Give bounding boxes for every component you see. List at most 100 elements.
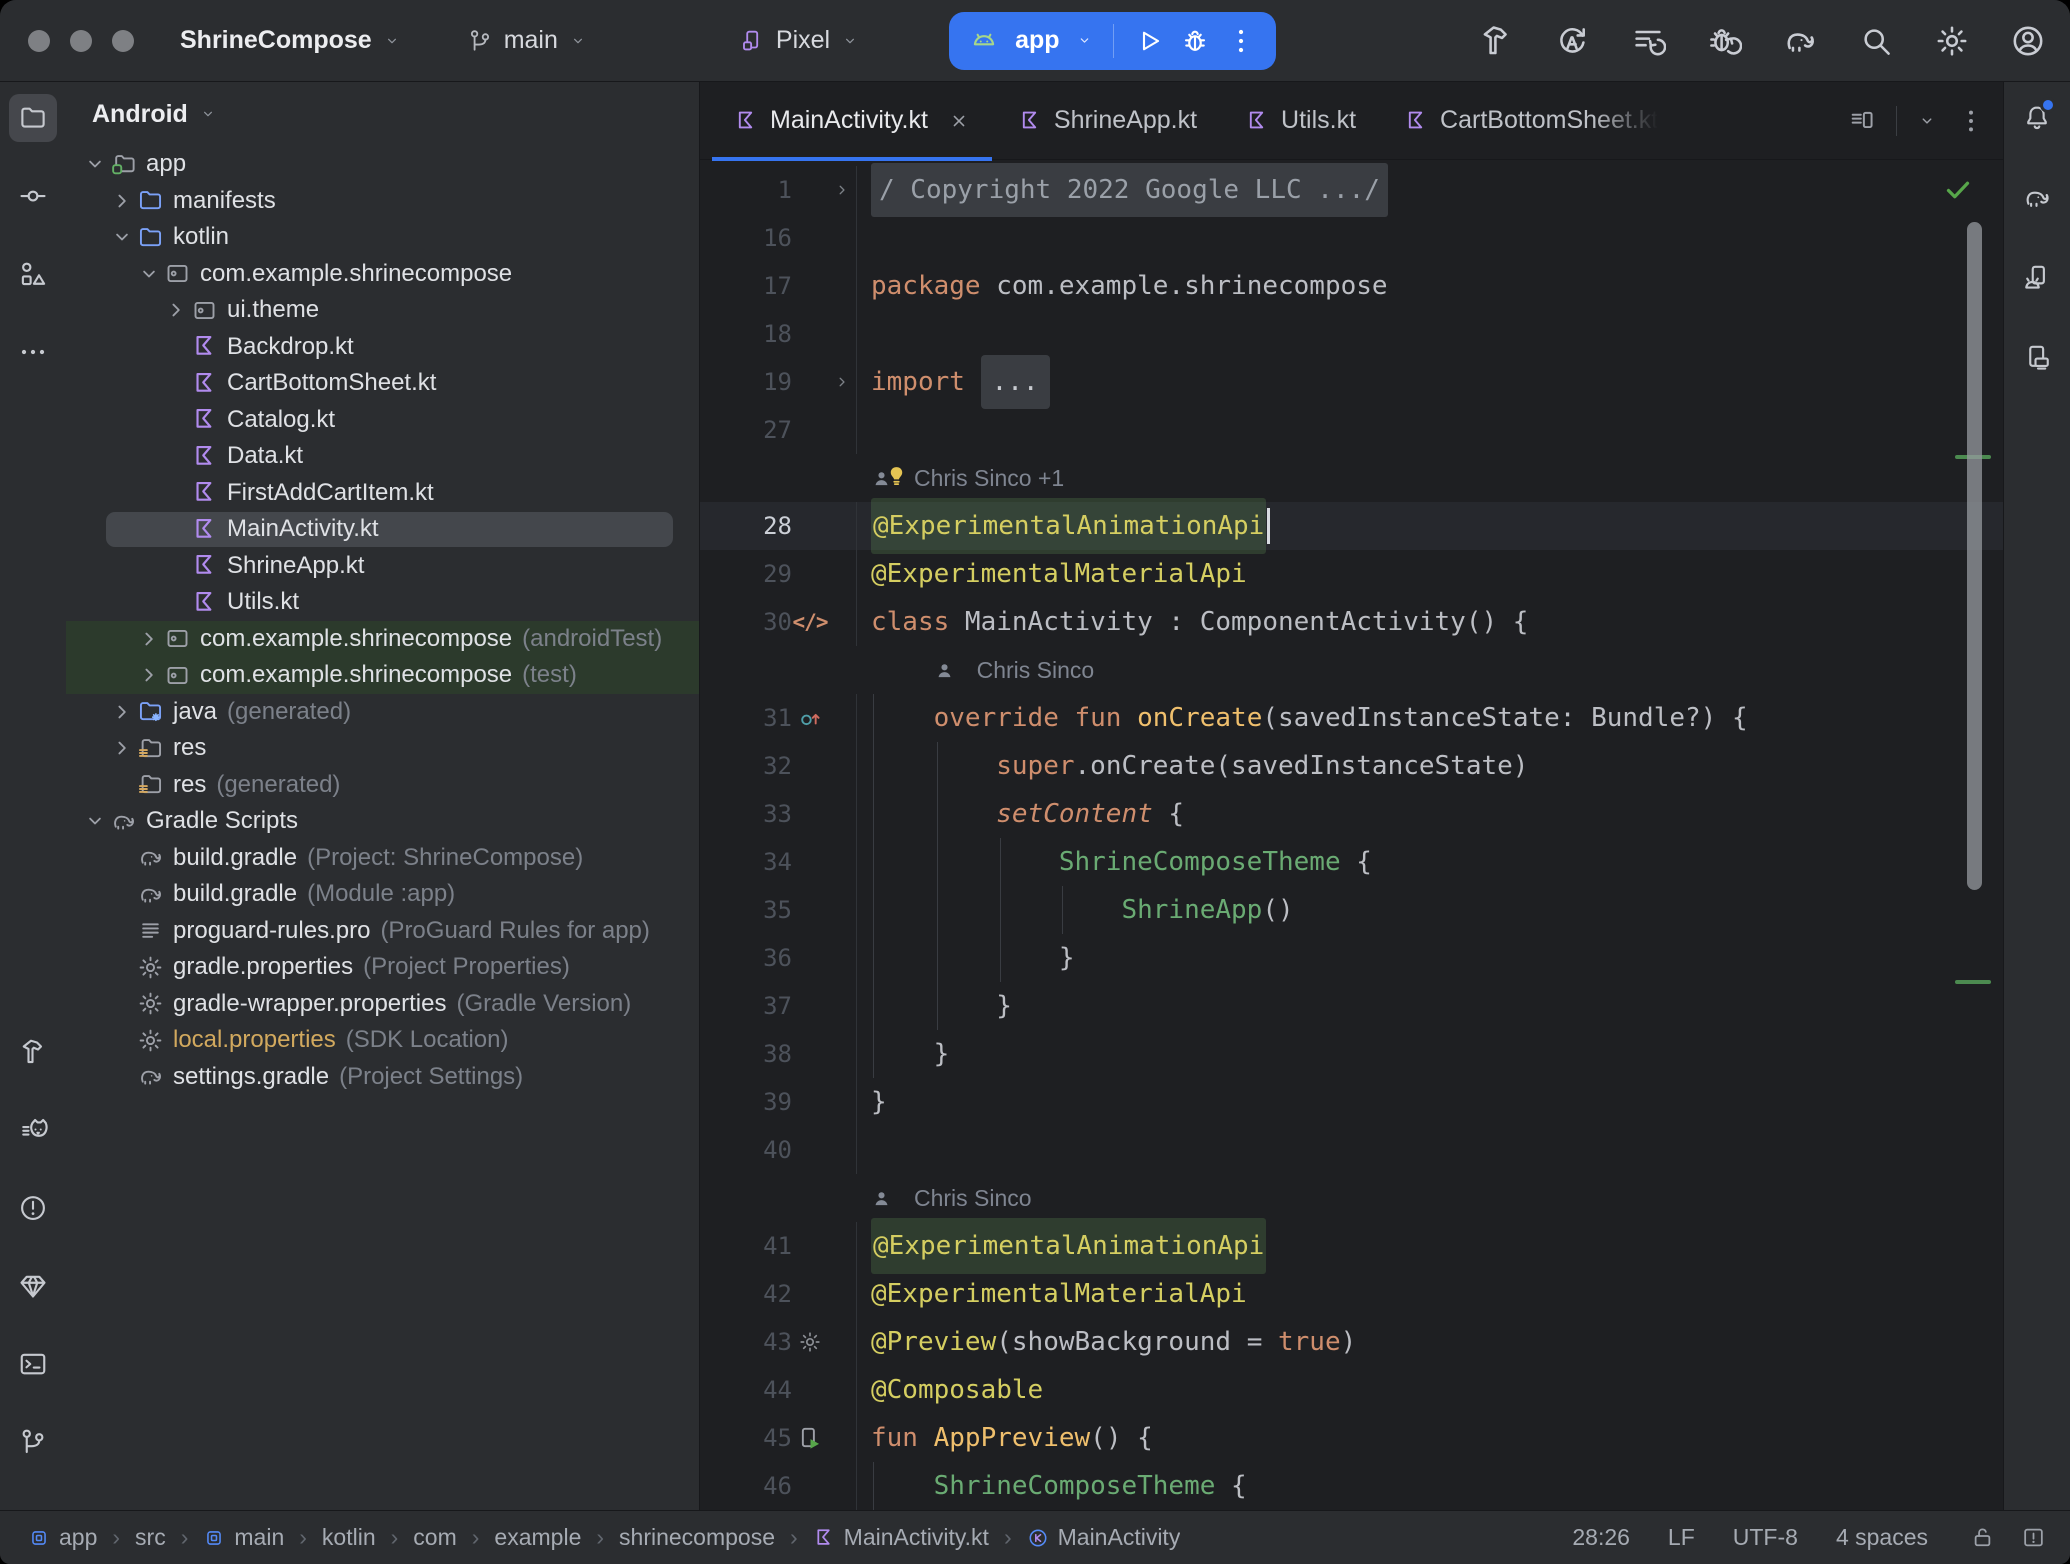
chevron-down-icon[interactable] (136, 261, 162, 287)
breadcrumb-item[interactable]: src (135, 1524, 166, 1551)
tool-window-button-running-devices[interactable] (2013, 334, 2061, 382)
chevron-down-icon[interactable] (82, 808, 108, 834)
chevron-right-icon[interactable] (109, 188, 135, 214)
gradle-sync-icon[interactable] (1782, 23, 1818, 59)
encoding[interactable]: UTF-8 (1733, 1524, 1798, 1551)
tab-cartbottomsheet-kt[interactable]: CartBottomSheet.kt (1380, 82, 1682, 160)
tab-shrineapp-kt[interactable]: ShrineApp.kt (994, 82, 1221, 160)
tool-window-button-logcat[interactable] (9, 1106, 57, 1154)
tree-item-utils-kt[interactable]: Utils.kt (66, 584, 699, 621)
indent-style[interactable]: 4 spaces (1836, 1524, 1928, 1551)
more-actions-icon[interactable] (1226, 26, 1256, 56)
tool-window-button-device-manager[interactable] (2013, 254, 2061, 302)
tree-item-kotlin[interactable]: kotlin (66, 219, 699, 256)
tree-item-gradle-scripts[interactable]: Gradle Scripts (66, 803, 699, 840)
tab-mainactivity-kt[interactable]: MainActivity.kt (710, 82, 994, 160)
run-icon[interactable] (1134, 26, 1164, 56)
settings-icon[interactable] (1934, 23, 1970, 59)
tree-item-catalog-kt[interactable]: Catalog.kt (66, 402, 699, 439)
device-selector[interactable]: Pixel (739, 26, 859, 55)
search-icon[interactable] (1858, 23, 1894, 59)
breadcrumb-item[interactable]: com (413, 1524, 456, 1551)
chevron-right-icon[interactable] (163, 297, 189, 323)
tool-window-button-more-tool-windows[interactable] (9, 328, 57, 376)
tree-item-build-gradle[interactable]: build.gradle(Project: ShrineCompose) (66, 840, 699, 877)
editor-scrollbar[interactable] (1967, 222, 1982, 890)
tool-window-button-build[interactable] (9, 1028, 57, 1076)
code-editor[interactable]: 1/ Copyright 2022 Google LLC .../1617pac… (700, 160, 2003, 1510)
maximize-window-button[interactable] (112, 30, 134, 52)
run-preview-gutter-icon[interactable] (797, 1425, 824, 1452)
chevron-right-icon[interactable] (109, 735, 135, 761)
fold-slot[interactable] (828, 373, 856, 391)
caret-position[interactable]: 28:26 (1572, 1524, 1630, 1551)
tree-item-data-kt[interactable]: Data.kt (66, 438, 699, 475)
debug-icon[interactable] (1180, 26, 1210, 56)
tree-item-com-example-shrinecompose[interactable]: com.example.shrinecompose(androidTest) (66, 621, 699, 658)
chevron-down-icon[interactable] (1917, 111, 1937, 131)
fold-chevron-icon[interactable] (833, 181, 851, 199)
apply-changes-icon[interactable] (1554, 23, 1590, 59)
tree-item-res[interactable]: res (66, 730, 699, 767)
vcs-branch-selector[interactable]: main (467, 26, 587, 55)
tab-utils-kt[interactable]: Utils.kt (1221, 82, 1380, 160)
breadcrumb-item[interactable]: kotlin (322, 1524, 376, 1551)
chevron-right-icon[interactable] (109, 699, 135, 725)
tool-window-button-gradle[interactable] (2013, 174, 2061, 222)
close-window-button[interactable] (28, 30, 50, 52)
author-label[interactable]: Chris Sinco (914, 1185, 1032, 1212)
tree-item-settings-gradle[interactable]: settings.gradle(Project Settings) (66, 1059, 699, 1096)
tool-window-button-structure[interactable] (9, 250, 57, 298)
breadcrumb-item[interactable]: main (203, 1524, 284, 1551)
readonly-lock-icon[interactable] (1970, 1525, 1995, 1550)
tool-window-button-project[interactable] (9, 94, 57, 142)
preview-settings-gutter-icon[interactable] (798, 1330, 822, 1354)
tree-item-shrineapp-kt[interactable]: ShrineApp.kt (66, 548, 699, 585)
tree-item-java[interactable]: java(generated) (66, 694, 699, 731)
tool-window-button-problems[interactable] (9, 1184, 57, 1232)
tree-item-cartbottomsheet-kt[interactable]: CartBottomSheet.kt (66, 365, 699, 402)
tool-window-button-commit[interactable] (9, 172, 57, 220)
tree-item-backdrop-kt[interactable]: Backdrop.kt (66, 329, 699, 366)
breadcrumb-item[interactable]: MainActivity (1027, 1524, 1181, 1551)
override-gutter-icon[interactable] (797, 705, 824, 732)
chevron-right-icon[interactable] (136, 626, 162, 652)
chevron-right-icon[interactable] (136, 662, 162, 688)
tree-item-mainactivity-kt[interactable]: MainActivity.kt (66, 511, 699, 548)
exclamation-square-icon[interactable] (2021, 1525, 2046, 1550)
build-hammer-icon[interactable] (1478, 23, 1514, 59)
breadcrumb-item[interactable]: shrinecompose (619, 1524, 775, 1551)
close-icon[interactable] (948, 110, 970, 132)
tree-item-local-properties[interactable]: local.properties(SDK Location) (66, 1022, 699, 1059)
tree-item-com-example-shrinecompose[interactable]: com.example.shrinecompose (66, 256, 699, 293)
tree-item-proguard-rules-pro[interactable]: proguard-rules.pro(ProGuard Rules for ap… (66, 913, 699, 950)
run-config-label[interactable]: app (1015, 26, 1059, 55)
line-ending[interactable]: LF (1668, 1524, 1695, 1551)
tree-item-manifests[interactable]: manifests (66, 183, 699, 220)
author-label[interactable]: Chris Sinco +1 (914, 465, 1064, 492)
tree-item-gradle-wrapper-properties[interactable]: gradle-wrapper.properties(Gradle Version… (66, 986, 699, 1023)
tree-item-res[interactable]: res(generated) (66, 767, 699, 804)
tree-item-ui-theme[interactable]: ui.theme (66, 292, 699, 329)
markup-gutter-icon[interactable]: </> (793, 610, 828, 634)
attach-debugger-icon[interactable] (1706, 23, 1742, 59)
more-options-icon[interactable] (1957, 107, 1985, 135)
tool-window-button-version-control[interactable] (9, 1418, 57, 1466)
inspections-ok-icon[interactable] (1943, 174, 1973, 204)
fold-chevron-icon[interactable] (833, 373, 851, 391)
project-view-selector[interactable]: Android (66, 82, 699, 146)
tree-item-com-example-shrinecompose[interactable]: com.example.shrinecompose(test) (66, 657, 699, 694)
chevron-down-icon[interactable] (1076, 32, 1093, 49)
split-editor-icon[interactable] (1848, 107, 1876, 135)
breadcrumb-item[interactable]: example (494, 1524, 581, 1551)
account-icon[interactable] (2010, 23, 2046, 59)
tool-window-button-notifications[interactable] (2013, 94, 2061, 142)
breadcrumb-item[interactable]: MainActivity.kt (813, 1524, 989, 1551)
tree-item-gradle-properties[interactable]: gradle.properties(Project Properties) (66, 949, 699, 986)
fold-slot[interactable] (828, 181, 856, 199)
breadcrumb-item[interactable]: app (28, 1524, 97, 1551)
tree-item-app[interactable]: app (66, 146, 699, 183)
chevron-down-icon[interactable] (82, 151, 108, 177)
project-selector[interactable]: ShrineCompose (180, 26, 401, 55)
tree-item-build-gradle[interactable]: build.gradle(Module :app) (66, 876, 699, 913)
